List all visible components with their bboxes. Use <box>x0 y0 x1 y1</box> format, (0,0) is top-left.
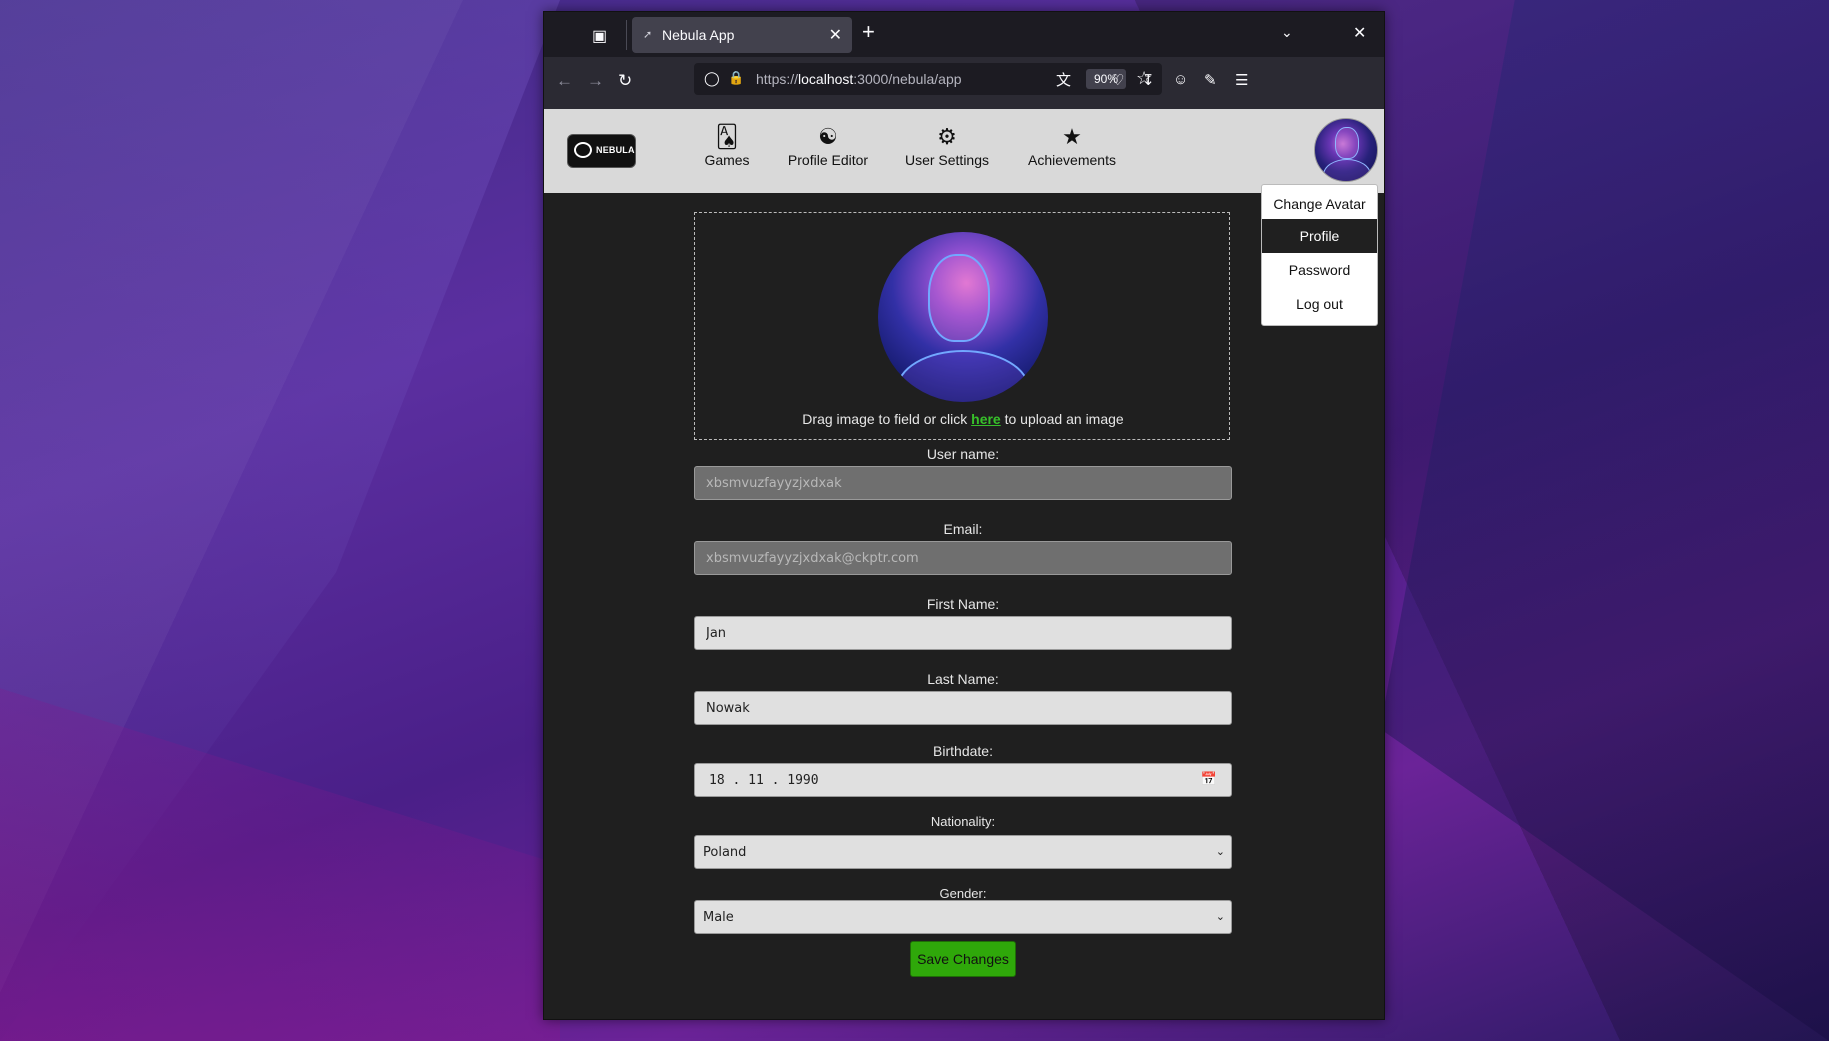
pocket-icon[interactable]: ♡ <box>1111 71 1124 89</box>
star-icon: ★ <box>1062 124 1082 149</box>
tab-bar: ▣ ➚ Nebula App ✕ + ⌄ ✕ <box>544 12 1384 57</box>
url-text[interactable]: https://localhost:3000/nebula/app <box>756 71 962 87</box>
page-viewport: NEBULA 🂡 Games ☯ Profile Editor ⚙ User S… <box>544 109 1384 1019</box>
menu-icon[interactable]: ☰ <box>1235 71 1248 89</box>
last-name-label: Last Name: <box>927 671 999 687</box>
gender-value: Male <box>703 910 734 925</box>
tab-separator <box>626 20 627 50</box>
first-name-field[interactable] <box>694 616 1232 650</box>
avatar-head-shape <box>1335 127 1359 159</box>
reload-icon[interactable]: ↻ <box>618 71 632 91</box>
nebula-logo[interactable]: NEBULA <box>567 134 636 168</box>
url-path: :3000/nebula/app <box>853 71 962 87</box>
chevron-down-icon: ⌄ <box>1215 911 1225 923</box>
menu-item-password[interactable]: Password <box>1262 253 1377 287</box>
new-tab-icon[interactable]: + <box>862 21 875 43</box>
download-icon[interactable]: ↧ <box>1142 71 1155 89</box>
nav-games[interactable]: 🂡 Games <box>696 124 758 168</box>
firefox-view-icon[interactable]: ▣ <box>592 26 612 45</box>
close-window-icon[interactable]: ✕ <box>1353 23 1366 43</box>
last-name-field[interactable] <box>694 691 1232 725</box>
menu-item-log-out[interactable]: Log out <box>1262 287 1377 321</box>
gender-select[interactable]: Male ⌄ <box>694 900 1232 934</box>
back-arrow-icon[interactable]: ← <box>556 71 573 91</box>
username-label: User name: <box>926 446 1000 462</box>
chevron-down-icon[interactable]: ⌄ <box>1281 24 1293 41</box>
birthdate-value: 18 . 11 . 1990 <box>709 773 819 788</box>
avatar-preview <box>878 232 1048 402</box>
birthdate-field[interactable]: 18 . 11 . 1990 📅 <box>694 763 1232 797</box>
username-field[interactable] <box>694 466 1232 500</box>
gamepad-icon <box>574 142 592 158</box>
calendar-icon[interactable]: 📅 <box>1201 771 1217 787</box>
nav-user-settings-label: User Settings <box>904 152 990 168</box>
url-bar[interactable]: ◯ 🔒 https://localhost:3000/nebula/app 文 … <box>694 63 1162 95</box>
desktop-facet <box>1380 0 1829 1041</box>
save-changes-button[interactable]: Save Changes <box>910 941 1016 977</box>
user-avatar-button[interactable] <box>1314 118 1378 182</box>
dropzone-instructions: Drag image to field or click here to upl… <box>695 411 1231 427</box>
birthdate-label: Birthdate: <box>933 743 993 759</box>
menu-item-change-avatar[interactable]: Change Avatar <box>1262 189 1377 219</box>
nav-user-settings[interactable]: ⚙ User Settings <box>899 124 995 168</box>
nav-achievements-label: Achievements <box>1028 152 1116 168</box>
rocket-icon: ➚ <box>643 29 653 41</box>
nav-profile-editor-label: Profile Editor <box>787 152 869 168</box>
nationality-value: Poland <box>703 845 747 860</box>
menu-item-profile[interactable]: Profile <box>1262 219 1377 253</box>
avatar-body-shape <box>1323 159 1371 181</box>
nav-profile-editor[interactable]: ☯ Profile Editor <box>782 124 874 168</box>
drop-text-before: Drag image to field or click <box>802 411 972 427</box>
email-field[interactable] <box>694 541 1232 575</box>
user-menu-dropdown: Change Avatar Profile Password Log out <box>1261 184 1378 326</box>
app-header: NEBULA 🂡 Games ☯ Profile Editor ⚙ User S… <box>544 109 1384 193</box>
profile-editor-icon: ☯ <box>818 124 838 149</box>
shield-icon[interactable]: ◯ <box>704 70 720 87</box>
forward-arrow-icon[interactable]: → <box>587 71 604 91</box>
drop-text-after: to upload an image <box>1000 411 1124 427</box>
avatar-head-shape <box>928 254 990 342</box>
close-tab-icon[interactable]: ✕ <box>829 25 842 45</box>
navigation-toolbar: ← → ↻ ◯ 🔒 https://localhost:3000/nebula/… <box>544 57 1384 109</box>
browser-tab[interactable]: ➚ Nebula App ✕ <box>632 17 852 53</box>
gear-icon: ⚙ <box>937 124 957 149</box>
nationality-label: Nationality: <box>930 814 996 829</box>
avatar-dropzone[interactable]: Drag image to field or click here to upl… <box>694 212 1230 440</box>
avatar-body-shape <box>896 350 1030 402</box>
tab-title: Nebula App <box>662 27 735 43</box>
nav-games-label: Games <box>704 152 750 168</box>
email-label: Email: <box>943 521 983 537</box>
lock-icon[interactable]: 🔒 <box>728 70 744 86</box>
cards-icon: 🂡 <box>715 124 739 149</box>
nav-achievements[interactable]: ★ Achievements <box>1022 124 1122 168</box>
gender-label: Gender: <box>939 886 987 901</box>
translate-icon[interactable]: 文 <box>1056 69 1071 90</box>
browser-window: ▣ ➚ Nebula App ✕ + ⌄ ✕ ← → ↻ ◯ 🔒 https:/… <box>543 11 1385 1020</box>
first-name-label: First Name: <box>926 596 1000 612</box>
nationality-select[interactable]: Poland ⌄ <box>694 835 1232 869</box>
chevron-down-icon: ⌄ <box>1215 846 1225 858</box>
account-icon[interactable]: ☺ <box>1173 71 1188 88</box>
extensions-icon[interactable]: ✎ <box>1204 71 1217 89</box>
url-prefix: https:// <box>756 71 799 87</box>
upload-link[interactable]: here <box>971 411 1001 427</box>
url-host: localhost <box>798 71 854 87</box>
logo-text: NEBULA <box>596 145 635 155</box>
